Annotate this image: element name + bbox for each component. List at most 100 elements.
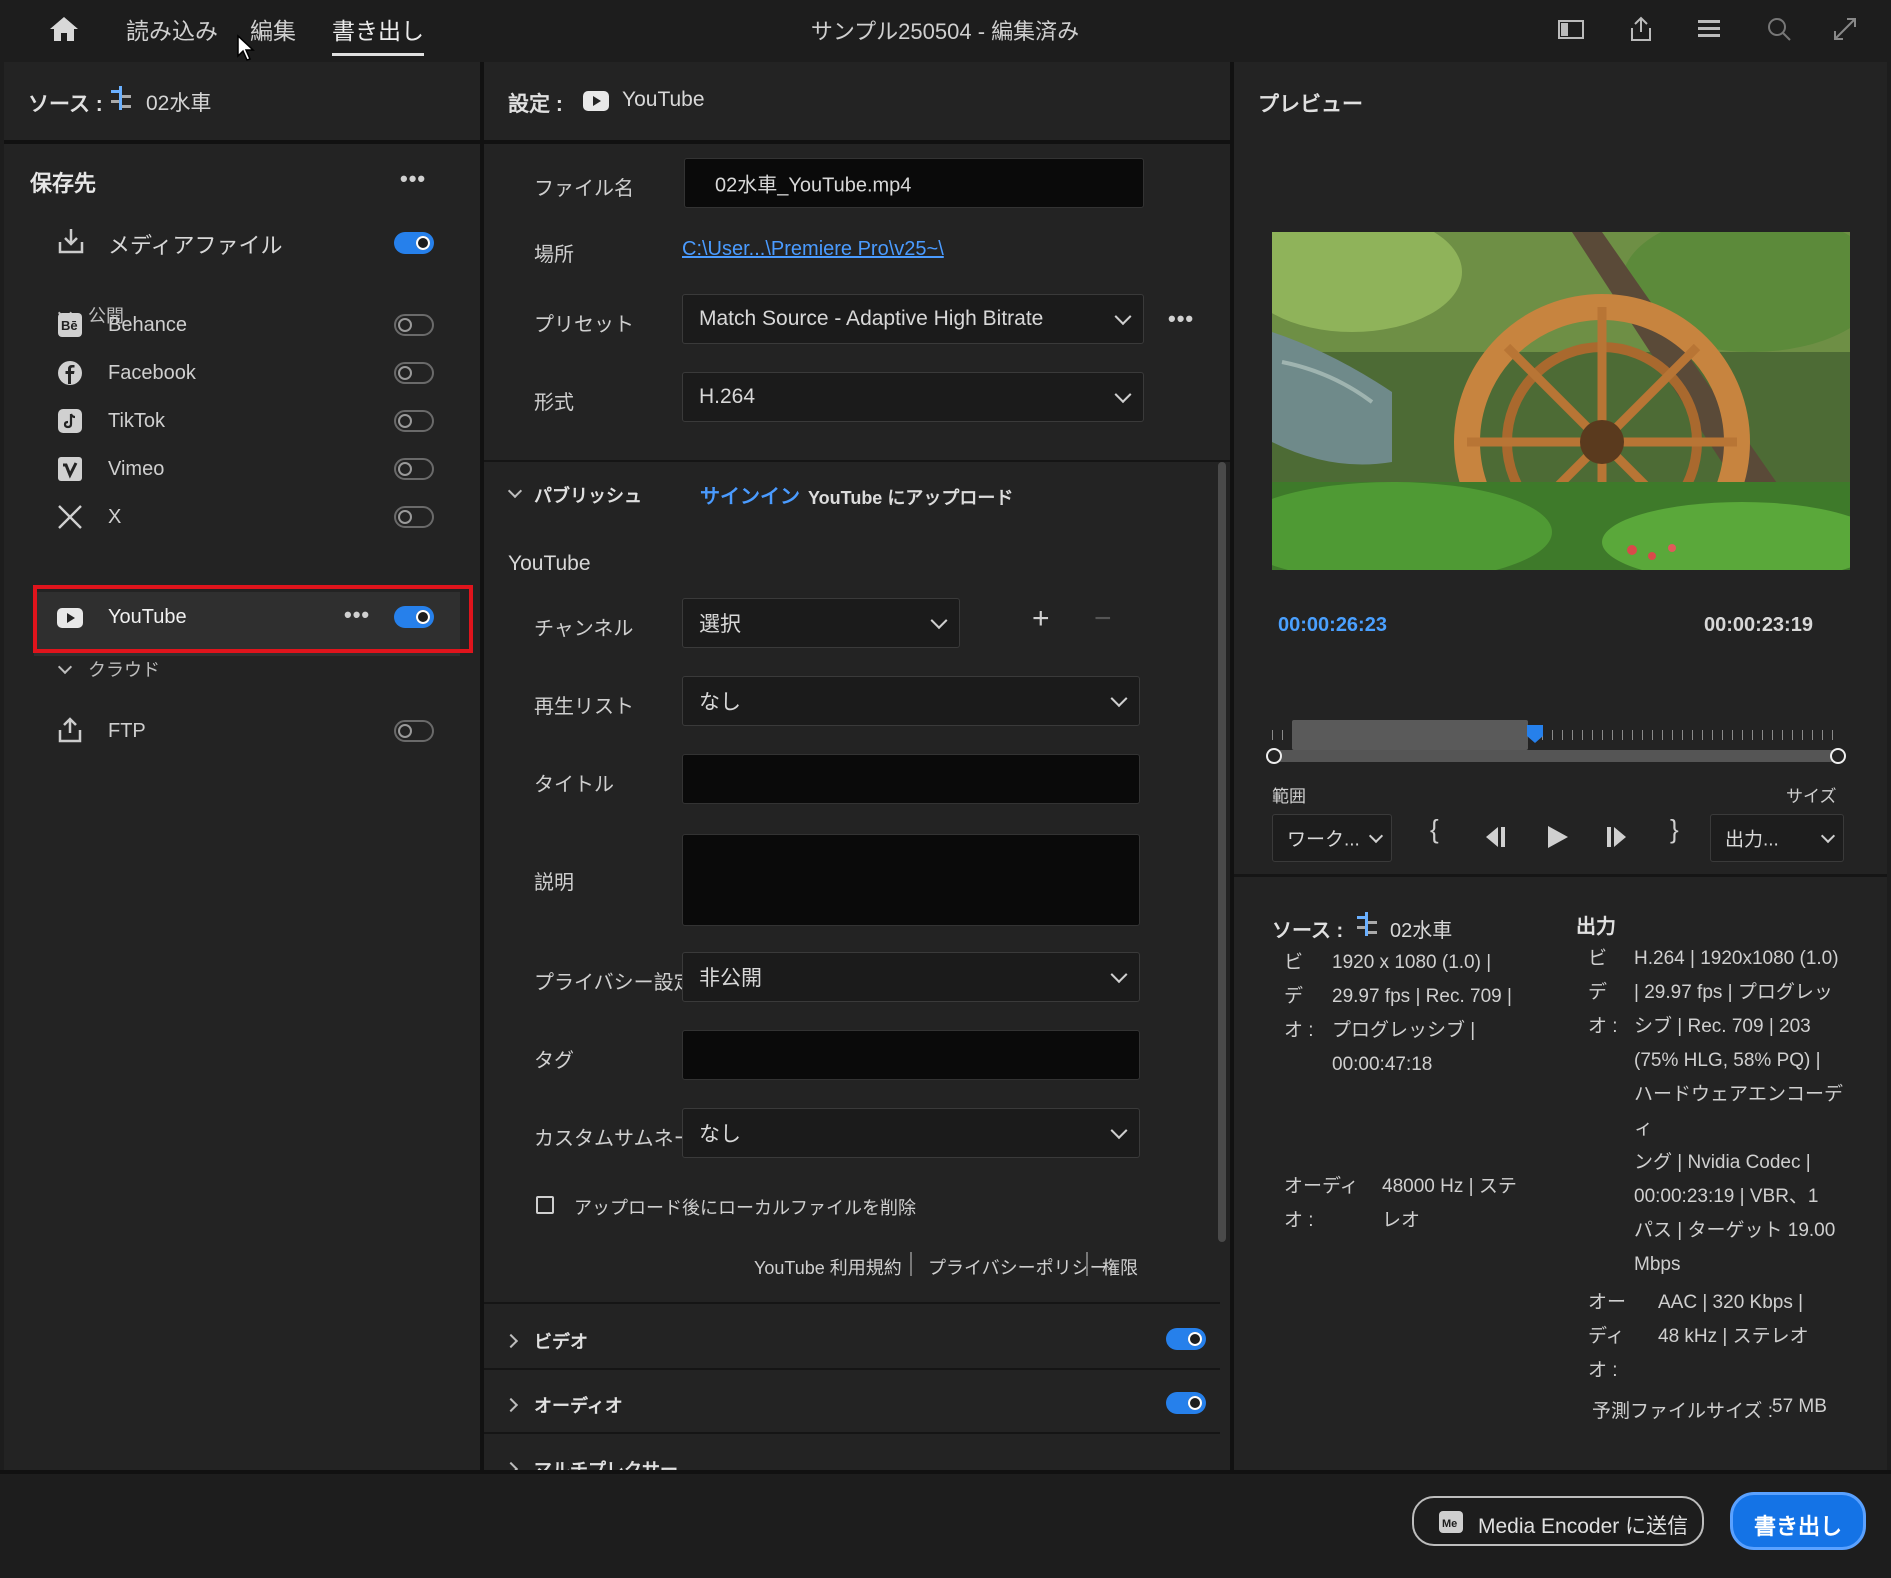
mark-in-icon[interactable]: { (1430, 814, 1439, 845)
youtube-options-icon[interactable]: ••• (344, 602, 370, 628)
tag-label: タグ (534, 1050, 574, 1072)
scrollbar[interactable] (1218, 462, 1226, 1242)
source-video-info: 1920 x 1080 (1.0) | 29.97 fps | Rec. 709 … (1332, 952, 1512, 1075)
chevron-down-icon (1110, 966, 1128, 984)
permissions-link[interactable]: 権限 (1102, 1254, 1138, 1280)
progress-list-icon[interactable] (1694, 14, 1724, 44)
home-icon[interactable] (48, 14, 80, 44)
size-dropdown[interactable]: 出力... (1710, 814, 1844, 862)
range-out-handle[interactable] (1830, 748, 1846, 764)
current-timecode[interactable]: 00:00:26:23 (1278, 614, 1387, 637)
preset-dropdown[interactable]: Match Source - Adaptive High Bitrate (682, 294, 1144, 344)
settings-panel: 設定 : YouTube ファイル名 02水車_YouTube.mp4 場所 C… (484, 62, 1230, 1470)
chevron-down-icon[interactable] (57, 659, 73, 675)
sign-in-link[interactable]: サインイン (700, 480, 800, 509)
mark-out-icon[interactable]: } (1670, 814, 1679, 845)
audio-section-header[interactable]: オーディオ (534, 1392, 623, 1418)
youtube-toggle[interactable] (394, 606, 434, 628)
divider (484, 1432, 1220, 1434)
fullscreen-icon[interactable] (1830, 14, 1860, 44)
step-back-icon[interactable] (1480, 824, 1508, 850)
title-input[interactable] (682, 754, 1140, 804)
chevron-right-icon[interactable] (503, 1333, 519, 1349)
range-dropdown[interactable]: ワーク... (1272, 814, 1392, 862)
channel-dropdown[interactable]: 選択 (682, 598, 960, 648)
publish-section-header[interactable]: パブリッシュ (534, 482, 642, 508)
work-area-bar[interactable] (1292, 720, 1528, 750)
delete-local-checkbox[interactable] (536, 1196, 554, 1214)
format-dropdown[interactable]: H.264 (682, 372, 1144, 422)
play-icon[interactable] (1544, 824, 1570, 850)
step-forward-icon[interactable] (1604, 824, 1632, 850)
channel-label: チャンネル (534, 618, 634, 640)
send-to-media-encoder-button[interactable]: Me Media Encoder に送信 (1412, 1496, 1704, 1546)
filename-input[interactable]: 02水車_YouTube.mp4 (684, 158, 1144, 208)
output-video-key: ビデオ : (1588, 948, 1618, 1037)
range-in-handle[interactable] (1266, 748, 1282, 764)
add-channel-button[interactable]: + (1032, 602, 1050, 636)
tiktok-toggle[interactable] (394, 410, 434, 432)
tab-edit[interactable]: 編集 (250, 12, 296, 46)
panel-layout-icon[interactable] (1556, 14, 1586, 44)
output-video-info: H.264 | 1920x1080 (1.0) | 29.97 fps | プロ… (1634, 948, 1844, 1275)
playlist-label: 再生リスト (534, 696, 634, 718)
output-audio-info: AAC | 320 Kbps | 48 kHz | ステレオ (1658, 1292, 1809, 1347)
export-label: 書き出し (1753, 1514, 1842, 1539)
privacy-policy-link[interactable]: プライバシーポリシー (928, 1254, 1108, 1280)
svg-text:Me: Me (1442, 1518, 1457, 1530)
divider (4, 140, 480, 144)
media-encoder-label: Media Encoder に送信 (1478, 1515, 1689, 1538)
range-track[interactable] (1272, 750, 1838, 762)
preview-panel: プレビュー 00:00:26:23 00:00:23:19 範囲 サイズ ワーク… (1234, 62, 1887, 1470)
footer-bar: Me Media Encoder に送信 書き出し (0, 1474, 1891, 1578)
tiktok-icon (58, 409, 82, 433)
video-toggle[interactable] (1166, 1328, 1206, 1350)
audio-toggle[interactable] (1166, 1392, 1206, 1414)
chevron-down-icon (1114, 308, 1132, 326)
privacy-value: 非公開 (699, 967, 762, 990)
size-label: サイズ (1786, 787, 1837, 806)
filesize-label: 予測ファイルサイズ : (1592, 1401, 1773, 1422)
playlist-value: なし (699, 691, 741, 714)
filesize-value: 57 MB (1772, 1396, 1827, 1417)
tag-input[interactable] (682, 1030, 1140, 1080)
youtube-icon (583, 91, 609, 111)
chevron-right-icon[interactable] (503, 1461, 519, 1470)
tab-export[interactable]: 書き出し (332, 12, 424, 56)
divider (484, 1302, 1220, 1304)
multiplexer-section-header[interactable]: マルチプレクサー (534, 1456, 678, 1470)
vimeo-toggle[interactable] (394, 458, 434, 480)
delete-local-label: アップロード後にローカルファイルを削除 (574, 1198, 916, 1218)
ftp-toggle[interactable] (394, 720, 434, 742)
publish-item-label: Behance (108, 314, 187, 336)
playhead-icon[interactable] (1526, 724, 1544, 744)
youtube-icon (57, 608, 83, 628)
sequence-icon (1357, 912, 1377, 936)
video-section-header[interactable]: ビデオ (534, 1328, 588, 1354)
divider (1086, 1252, 1088, 1276)
behance-toggle[interactable] (394, 314, 434, 336)
privacy-dropdown[interactable]: 非公開 (682, 952, 1140, 1002)
facebook-toggle[interactable] (394, 362, 434, 384)
quick-search-icon[interactable] (1764, 14, 1794, 44)
playlist-dropdown[interactable]: なし (682, 676, 1140, 726)
share-icon[interactable] (1626, 14, 1656, 44)
location-link[interactable]: C:\User...\Premiere Pro\v25~\ (682, 238, 944, 261)
summary-source-name: 02水車 (1390, 920, 1453, 942)
media-encoder-icon: Me (1439, 1511, 1463, 1533)
preview-video-frame (1272, 232, 1850, 570)
chevron-down-icon[interactable] (507, 483, 523, 499)
tab-import[interactable]: 読み込み (126, 12, 218, 46)
youtube-terms-link[interactable]: YouTube 利用規約 (754, 1254, 902, 1280)
remove-channel-button[interactable]: − (1094, 602, 1112, 636)
description-textarea[interactable] (682, 834, 1140, 926)
x-toggle[interactable] (394, 506, 434, 528)
chevron-right-icon[interactable] (503, 1397, 519, 1413)
divider (484, 140, 1230, 144)
media-file-toggle[interactable] (394, 232, 434, 254)
more-options-icon[interactable]: ••• (400, 166, 426, 192)
thumbnail-dropdown[interactable]: なし (682, 1108, 1140, 1158)
preset-options-icon[interactable]: ••• (1168, 306, 1194, 332)
export-button[interactable]: 書き出し (1730, 1492, 1866, 1550)
preview-header: プレビュー (1258, 93, 1363, 116)
